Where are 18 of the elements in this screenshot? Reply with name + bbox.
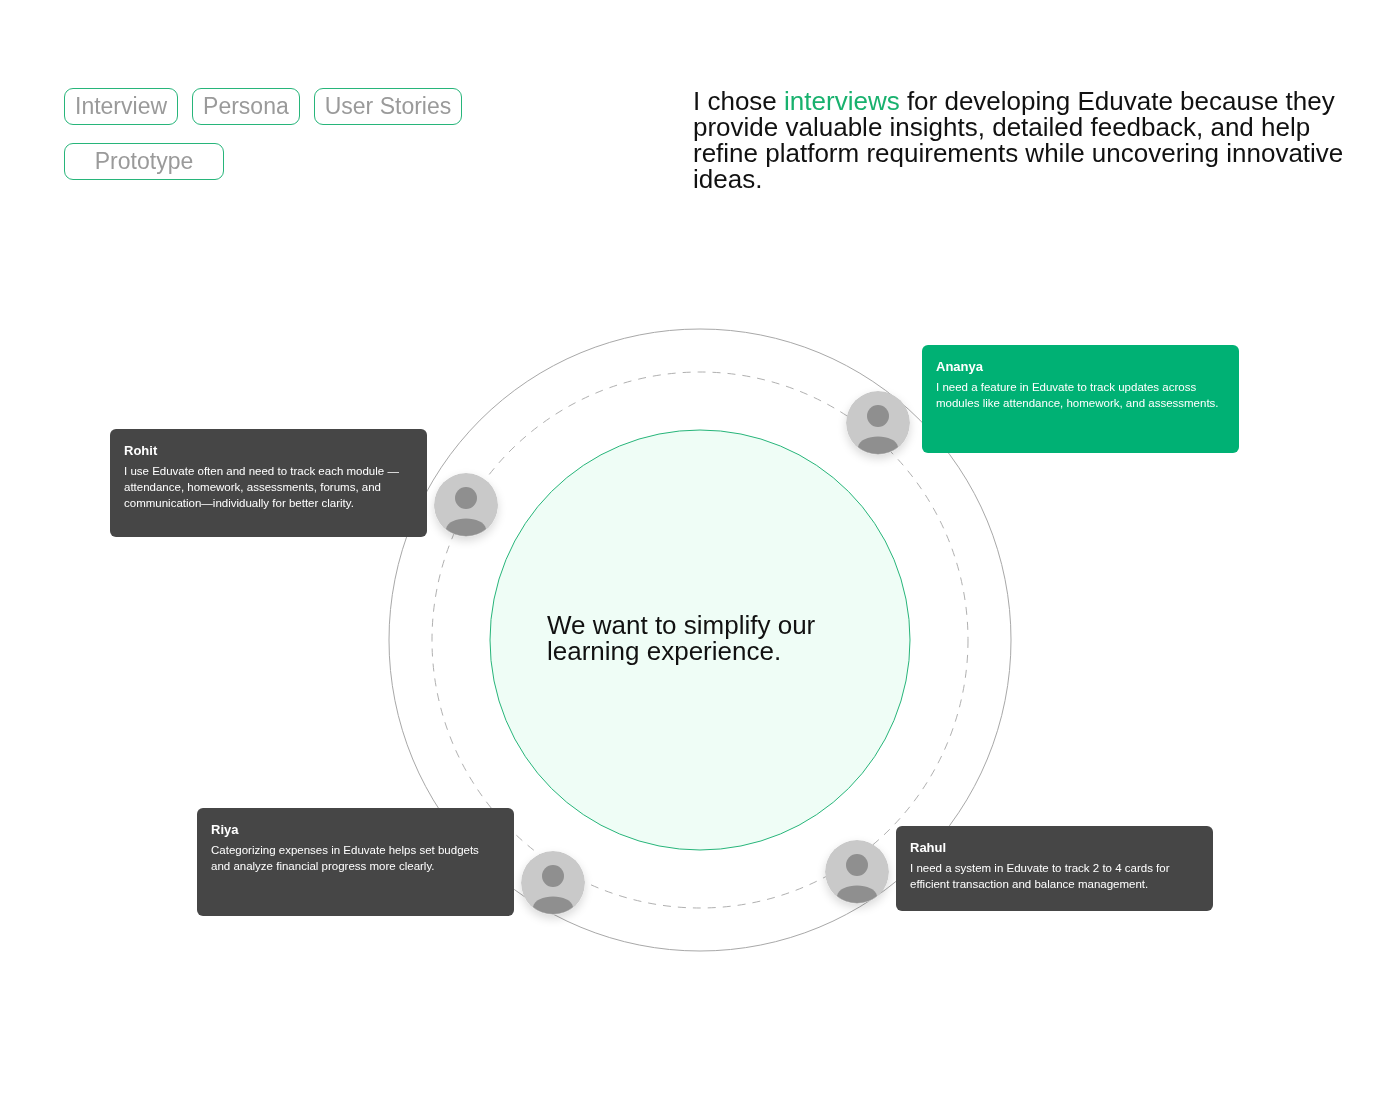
avatar-icon bbox=[846, 391, 910, 455]
center-statement: We want to simplify our learning experience. bbox=[547, 612, 817, 664]
tag-chip: Interview bbox=[64, 88, 179, 125]
persona-name: Rahul bbox=[910, 840, 948, 855]
persona-quote: I use Eduvate often and need to track each module —attendance, homework, assessments, forums, and communication—individually for better clarity. bbox=[124, 464, 400, 511]
avatar-icon bbox=[434, 473, 498, 537]
persona-name: Ananya bbox=[936, 359, 984, 374]
persona-name: Rohit bbox=[124, 443, 159, 458]
persona-quote: Categorizing expenses in Eduvate helps set budgets and analyze financial progress more clearly. bbox=[211, 843, 480, 874]
persona-quote: I need a system in Eduvate to track 2 to 4 cards for efficient transaction and balance management. bbox=[910, 861, 1171, 892]
tag-chip: Persona bbox=[192, 88, 300, 125]
avatar-icon bbox=[825, 840, 889, 904]
headline: I chose interviews for developing Eduvate because they provide valuable insights, detailed feedback, and help refine platform requirements while uncovering innovative ideas. bbox=[693, 88, 1345, 192]
tag-chip: User Stories bbox=[313, 88, 463, 125]
avatar-icon bbox=[521, 851, 585, 915]
persona-quote: I need a feature in Eduvate to track updates across modules like attendance, homework, and assessments. bbox=[936, 380, 1220, 411]
tag-chip: Prototype bbox=[64, 143, 224, 180]
persona-name: Riya bbox=[211, 822, 240, 837]
